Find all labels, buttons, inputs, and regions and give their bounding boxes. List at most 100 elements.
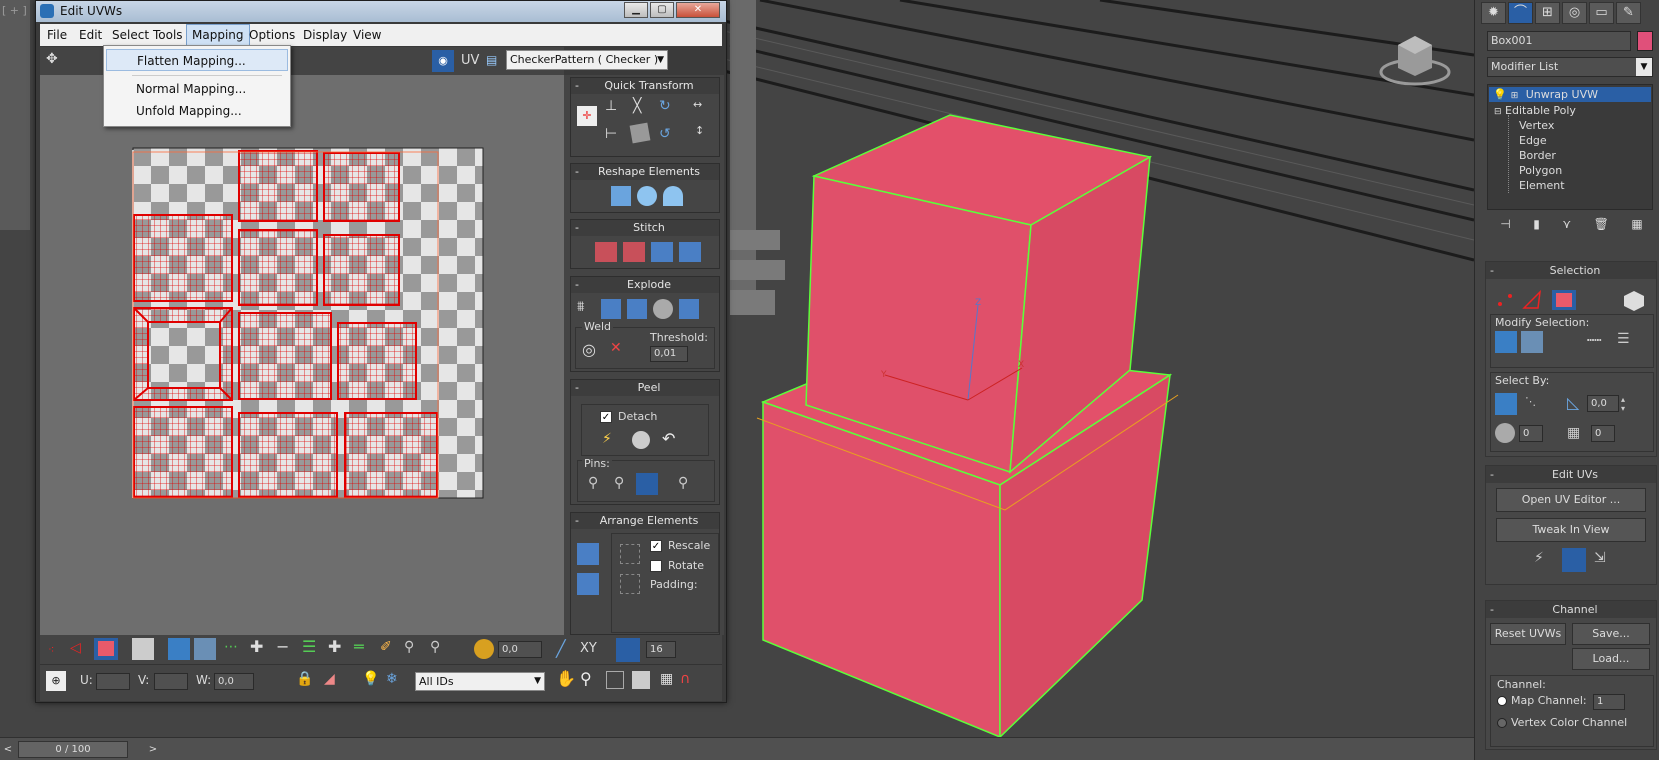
paint-enlarge-icon[interactable]: ⚲ <box>404 639 414 655</box>
rotate-checkbox[interactable] <box>650 560 662 572</box>
expand-icon[interactable]: ⊞ <box>1511 91 1519 101</box>
pin-icon[interactable]: ⚲ <box>588 475 598 491</box>
map-channel-spinner[interactable]: 1 <box>1593 694 1625 710</box>
freeze-icon[interactable]: ❄ <box>386 671 398 687</box>
unhide-icon[interactable]: 💡 <box>362 671 379 687</box>
flatten-mapping-item[interactable]: Flatten Mapping... <box>106 49 288 71</box>
menu-display[interactable]: Display <box>298 24 352 46</box>
show-map-icon[interactable]: ◉ <box>432 50 454 72</box>
loop-grow-icon[interactable]: ☰ <box>302 637 316 656</box>
select-by-smoothing-icon[interactable] <box>1495 423 1515 443</box>
quick-transform-header[interactable]: - Quick Transform <box>571 78 719 94</box>
peel-mode-icon[interactable] <box>632 431 650 449</box>
pack-custom-icon[interactable] <box>620 544 640 564</box>
stitch-to-target-icon[interactable] <box>623 242 645 262</box>
stack-item-editable-poly[interactable]: ⊟ Editable Poly <box>1494 103 1576 118</box>
viewport-label[interactable]: [ + ] <box>2 4 27 17</box>
move-icon[interactable]: ✥ <box>46 51 58 67</box>
zoom-extents-icon[interactable] <box>632 671 650 689</box>
menu-mapping[interactable]: Mapping <box>186 24 250 46</box>
save-uvws-button[interactable]: Save... <box>1572 623 1650 645</box>
pack-offset-icon[interactable] <box>620 574 640 594</box>
stack-item-element[interactable]: Element <box>1519 178 1565 193</box>
time-next-button[interactable]: > <box>145 741 161 758</box>
stack-item-border[interactable]: Border <box>1519 148 1556 163</box>
chevron-down-icon[interactable]: ▼ <box>657 51 664 69</box>
vertex-color-channel-radio[interactable] <box>1497 718 1507 728</box>
explode-header[interactable]: - Explode <box>571 277 719 293</box>
menu-view[interactable]: View <box>348 24 386 46</box>
uv-edit-area[interactable] <box>40 75 564 635</box>
rotate-cw-icon[interactable]: ↻ <box>659 98 671 114</box>
edge-subobject-icon[interactable]: ◁ <box>70 640 81 656</box>
chevron-down-icon[interactable]: ▼ <box>534 673 541 690</box>
menu-file[interactable]: File <box>42 24 72 46</box>
align-to-icon[interactable]: ⇲ <box>1594 550 1606 566</box>
maximize-button[interactable]: ▢ <box>650 2 674 18</box>
hide-icon[interactable]: ◢ <box>324 671 335 687</box>
soft-selection-falloff-spinner[interactable]: 0,0 <box>498 641 542 658</box>
material-id-spinner[interactable]: 0 <box>1591 425 1615 442</box>
lightbulb-icon[interactable]: 💡 <box>1493 88 1507 101</box>
paint-shrink-icon[interactable]: ⚲ <box>430 639 440 655</box>
polygon-subobject-icon[interactable] <box>94 638 118 660</box>
open-uv-editor-button[interactable]: Open UV Editor ... <box>1496 488 1646 512</box>
space-horizontal-icon[interactable]: ↔ <box>693 98 702 111</box>
preview-quick-map-icon[interactable] <box>1562 548 1586 572</box>
threshold-spinner[interactable]: 0,01 <box>650 346 688 362</box>
shrink-selection-icon[interactable] <box>1521 331 1543 353</box>
collapse-toggle[interactable]: - <box>1490 466 1494 483</box>
ring-select-icon[interactable]: ═ <box>354 637 364 656</box>
planar-angle-spinner[interactable]: 0,0 <box>1587 395 1619 412</box>
object-name-field[interactable]: Box001 <box>1487 31 1631 51</box>
remove-modifier-icon[interactable]: 🗑 <box>1594 217 1609 235</box>
shrink-uv-selection-icon[interactable] <box>194 638 216 660</box>
display-tab-icon[interactable]: ▭ <box>1589 2 1614 24</box>
quick-planar-map-icon[interactable]: ⚡ <box>1534 550 1544 566</box>
set-pivot-icon[interactable]: ✛ <box>577 106 597 126</box>
selection-rollout-header[interactable]: - Selection <box>1486 262 1656 279</box>
u-spinner[interactable] <box>96 673 130 690</box>
weld-selected-icon[interactable]: ◎ <box>582 340 596 359</box>
detach-checkbox[interactable]: ✓ <box>600 411 612 423</box>
flip-icon[interactable] <box>627 299 647 319</box>
grid-size-spinner[interactable]: 16 <box>646 641 676 658</box>
pack-together-icon[interactable] <box>577 573 599 595</box>
falloff-space-label[interactable]: XY <box>580 641 597 656</box>
collapse-toggle[interactable]: - <box>575 277 579 293</box>
pan-icon[interactable]: ✋ <box>556 669 576 688</box>
stitch-average-icon[interactable] <box>651 242 673 262</box>
relax-until-flat-icon[interactable] <box>663 186 683 206</box>
vertex-subobject-icon[interactable]: ⁖ <box>48 643 54 656</box>
menu-options[interactable]: Options <box>244 24 300 46</box>
create-tab-icon[interactable]: ✹ <box>1481 2 1506 24</box>
show-end-result-icon[interactable]: ▮ <box>1533 217 1540 235</box>
ring-selection-icon[interactable]: ☰ <box>1617 331 1639 353</box>
collapse-icon[interactable]: ⊟ <box>1494 107 1502 117</box>
window-titlebar[interactable]: Edit UVWs ▁ ▢ ✕ <box>36 1 726 22</box>
chevron-down-icon[interactable]: ▼ <box>1636 58 1652 76</box>
straighten-selection-icon[interactable] <box>611 186 631 206</box>
collapse-toggle[interactable]: - <box>575 164 579 180</box>
modifier-list-dropdown[interactable]: Modifier List ▼ <box>1487 57 1653 77</box>
zoom-region-icon[interactable] <box>606 671 624 689</box>
straighten-icon[interactable]: ╳ <box>633 98 641 114</box>
close-button[interactable]: ✕ <box>676 2 720 18</box>
quick-peel-icon[interactable]: ⚡ <box>602 431 612 447</box>
configure-modifier-sets-icon[interactable]: ▦ <box>1631 217 1642 235</box>
time-slider[interactable]: 0 / 100 <box>18 741 128 758</box>
menu-select[interactable]: Select <box>107 24 154 46</box>
peel-header[interactable]: - Peel <box>571 380 719 396</box>
smoothing-group-spinner[interactable]: 0 <box>1519 425 1543 442</box>
edit-uvs-rollout-header[interactable]: - Edit UVs <box>1486 466 1656 483</box>
stitch-header[interactable]: - Stitch <box>571 220 719 236</box>
pack-normalize-icon[interactable] <box>577 543 599 565</box>
tweak-in-view-button[interactable]: Tweak In View <box>1496 518 1646 542</box>
align-vertical-icon[interactable]: ⊢ <box>605 126 617 142</box>
grid-snap-icon[interactable] <box>616 638 640 662</box>
paint-select-icon[interactable]: ✐ <box>380 639 392 655</box>
unfold-mapping-item[interactable]: Unfold Mapping... <box>106 100 288 122</box>
select-pins-icon[interactable]: ⚲ <box>678 475 688 491</box>
lock-icon[interactable]: 🔒 <box>296 671 313 687</box>
align-horizontal-icon[interactable]: ⊥ <box>605 98 617 114</box>
